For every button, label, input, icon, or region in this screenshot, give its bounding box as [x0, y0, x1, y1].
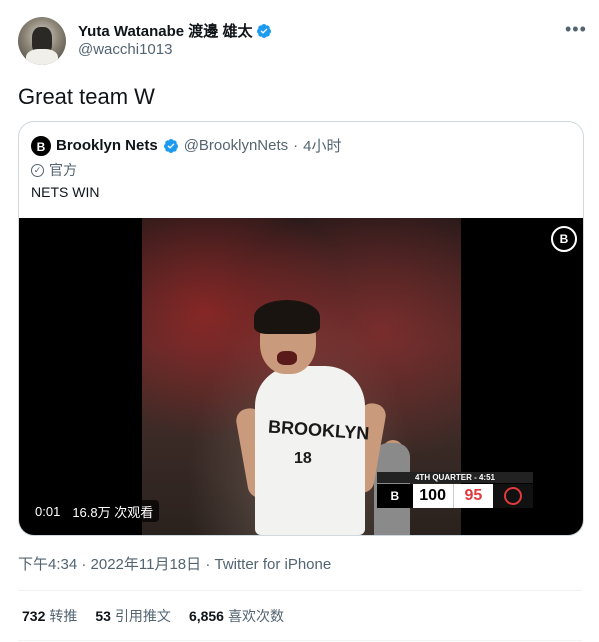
quotes-label: 引用推文 [114, 608, 171, 624]
player-mouth [277, 351, 297, 365]
author-display-name[interactable]: Yuta Watanabe 渡邊 雄太 [78, 20, 252, 41]
nets-team-icon: B [377, 484, 413, 508]
likes-label: 喜欢次数 [227, 608, 284, 624]
video-elapsed: 0:01 [35, 503, 61, 519]
video-time-badge: 0:01 16.8万 次观看 [29, 500, 160, 522]
author-name-row[interactable]: Yuta Watanabe 渡邊 雄太 [78, 20, 272, 41]
quoted-tweet-header: B Brooklyn Nets @BrooklynNets · 4小时 [31, 135, 341, 156]
separator-dot: · [293, 137, 299, 154]
nets-watermark-logo: B [551, 226, 577, 252]
engagement-stats: 732 转推 53 引用推文 6,856 喜欢次数 [22, 606, 284, 626]
likes-stat[interactable]: 6,856 喜欢次数 [189, 606, 284, 626]
official-check-icon: ✓ [31, 163, 44, 177]
verified-badge-icon [163, 138, 178, 153]
scorebug-quarter: 4TH QUARTER - 4:51 [377, 472, 533, 483]
nets-logo-avatar[interactable]: B [31, 135, 51, 156]
more-horizontal-icon[interactable]: ••• [565, 20, 586, 40]
nets-score: 100 [413, 484, 454, 508]
quoted-tweet-age[interactable]: 4小时 [303, 135, 341, 156]
divider [18, 640, 582, 641]
scorebug: 4TH QUARTER - 4:51 B 100 95 [377, 472, 534, 508]
blazers-score: 95 [464, 487, 483, 504]
tweet-text: Great team W [18, 84, 155, 109]
divider [18, 590, 582, 591]
quotes-stat[interactable]: 53 引用推文 [95, 606, 171, 626]
verified-badge-icon [257, 23, 272, 38]
quoted-author-handle[interactable]: @BrooklynNets [184, 137, 288, 154]
video-frame: BROOKLYN 18 B 4TH QUARTER - 4:51 B 100 9… [142, 218, 577, 535]
likes-count: 6,856 [188, 608, 224, 624]
jersey-number: 18 [294, 450, 312, 467]
quotes-count: 53 [95, 608, 111, 624]
video-views: 16.8万 次观看 [72, 504, 154, 520]
author-handle[interactable]: @wacchi1013 [78, 41, 172, 58]
author-avatar[interactable] [18, 17, 66, 65]
quoted-tweet-card[interactable]: B Brooklyn Nets @BrooklynNets · 4小时 ✓ 官方… [18, 121, 584, 536]
retweets-label: 转推 [49, 608, 78, 624]
retweets-count: 732 [22, 608, 46, 624]
tweet-timestamp[interactable]: 下午4:34 · 2022年11月18日 · Twitter for iPhon… [18, 553, 331, 574]
player-hair [254, 300, 320, 334]
blazers-team-icon [493, 484, 534, 508]
official-label-row: ✓ 官方 [31, 160, 77, 180]
official-label: 官方 [49, 162, 77, 178]
quoted-tweet-text: NETS WIN [31, 184, 100, 200]
scorebug-row: B 100 95 [377, 484, 534, 508]
quoted-author-name[interactable]: Brooklyn Nets [56, 137, 158, 154]
video-player[interactable]: BROOKLYN 18 B 4TH QUARTER - 4:51 B 100 9… [19, 218, 583, 535]
retweets-stat[interactable]: 732 转推 [22, 606, 77, 626]
